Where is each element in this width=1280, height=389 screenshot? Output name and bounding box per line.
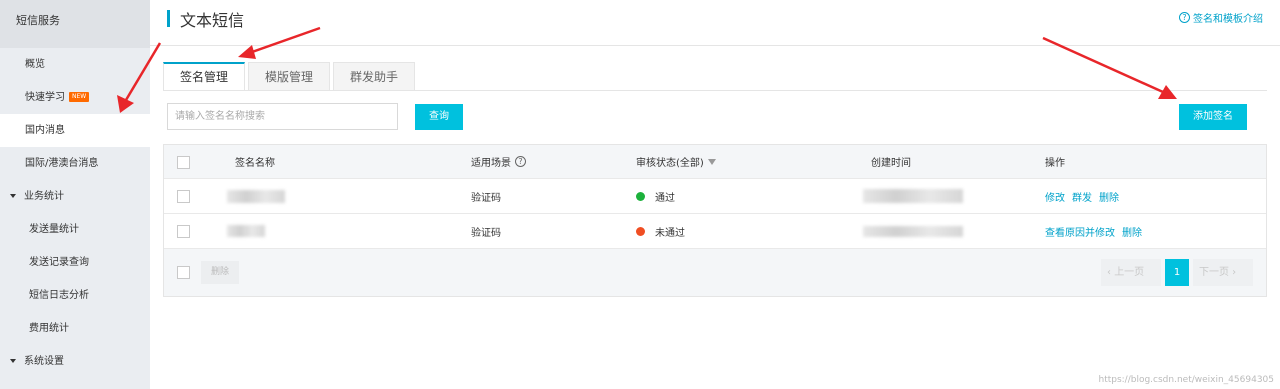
sidebar-item-domestic[interactable]: 国内消息 (0, 114, 150, 147)
page-number-button[interactable]: 1 (1165, 259, 1189, 286)
status-label: 通过 (655, 192, 675, 204)
tab-bulk-send[interactable]: 群发助手 (333, 62, 416, 91)
watermark: https://blog.csdn.net/weixin_45694305 (1098, 375, 1274, 385)
sidebar-item-log-analysis[interactable]: 短信日志分析 (0, 279, 150, 312)
view-reason-edit-link[interactable]: 查看原因并修改 (1045, 224, 1115, 239)
table-header: 签名名称 适用场景? 审核状态(全部) 创建时间 操作 (164, 145, 1266, 179)
scene-cell: 验证码 (471, 227, 501, 239)
help-link-label: 签名和模板介绍 (1193, 14, 1263, 25)
tab-template[interactable]: 模版管理 (248, 62, 331, 91)
filter-icon[interactable] (707, 158, 716, 165)
sidebar-group-stats[interactable]: 业务统计 (0, 180, 150, 213)
select-all-checkbox[interactable] (177, 156, 190, 169)
page-header: 文本短信 ? 签名和模板介绍 (150, 0, 1280, 46)
signature-table: 签名名称 适用场景? 审核状态(全部) 创建时间 操作 验证码 通过 修改 群发… (163, 144, 1267, 297)
tab-signature[interactable]: 签名管理 (163, 62, 246, 91)
sidebar-group-settings[interactable]: 系统设置 (0, 345, 150, 378)
sidebar-item-label: 发送量统计 (29, 224, 79, 235)
sidebar-item-international[interactable]: 国际/港澳台消息 (0, 147, 150, 180)
created-time-redacted (863, 214, 963, 248)
ops-cell: 查看原因并修改 删除 (1045, 214, 1142, 248)
page-title: 文本短信 (180, 11, 245, 30)
pagination: ‹ 上一页 1 下一页 › (1101, 259, 1253, 286)
col-scene: 适用场景? (471, 145, 526, 178)
sidebar-item-send-records[interactable]: 发送记录查询 (0, 246, 150, 279)
bulk-send-link[interactable]: 群发 (1072, 189, 1092, 204)
col-ops: 操作 (1045, 158, 1065, 169)
search-input[interactable] (167, 103, 398, 130)
scene-cell: 验证码 (471, 192, 501, 204)
sidebar-item-label: 快速学习 (25, 92, 65, 103)
add-signature-button[interactable]: 添加签名 (1179, 104, 1247, 130)
caret-down-icon (10, 359, 16, 363)
tab-bar: 签名管理 模版管理 群发助手 (163, 62, 418, 91)
next-page-label: 下一页 (1199, 267, 1229, 278)
sidebar-group-label: 业务统计 (24, 191, 64, 202)
question-icon: ? (1179, 12, 1190, 23)
col-scene-label: 适用场景 (471, 158, 511, 169)
sidebar-group-label: 系统设置 (24, 356, 64, 367)
sidebar-item-label: 短信日志分析 (29, 290, 89, 301)
ops-cell: 修改 群发 删除 (1045, 179, 1119, 213)
status-dot-icon (636, 191, 645, 201)
sidebar-item-label: 费用统计 (29, 323, 69, 334)
sidebar-item-label: 发送记录查询 (29, 257, 89, 268)
query-button[interactable]: 查询 (415, 104, 463, 130)
chevron-right-icon: › (1229, 267, 1237, 278)
status-dot-icon (636, 226, 645, 236)
sidebar: 短信服务 概览 快速学习 NEW 国内消息 国际/港澳台消息 业务统计 发送量统计… (0, 0, 150, 389)
sidebar-item-quick-learn[interactable]: 快速学习 NEW (0, 81, 150, 114)
edit-link[interactable]: 修改 (1045, 189, 1065, 204)
status-cell: 未通过 (636, 214, 685, 248)
sidebar-item-label: 国内消息 (25, 125, 65, 136)
batch-delete-button[interactable]: 删除 (201, 261, 240, 284)
prev-page-label: 上一页 (1114, 267, 1145, 278)
delete-link[interactable]: 删除 (1122, 224, 1142, 239)
col-name: 签名名称 (235, 158, 275, 169)
sidebar-header: 短信服务 (0, 0, 150, 48)
sidebar-item-label: 国际/港澳台消息 (25, 158, 99, 169)
created-time-redacted (863, 179, 963, 213)
row-checkbox[interactable] (177, 190, 190, 203)
row-checkbox[interactable] (177, 225, 190, 238)
redacted-text (227, 225, 265, 237)
sidebar-item-cost-stats[interactable]: 费用统计 (0, 312, 150, 345)
table-row: 验证码 未通过 查看原因并修改 删除 (164, 214, 1266, 249)
select-all-checkbox[interactable] (177, 266, 190, 279)
col-status[interactable]: 审核状态(全部) (636, 145, 716, 178)
caret-down-icon (10, 194, 16, 198)
title-accent-bar (167, 10, 170, 27)
signature-name-redacted (227, 214, 265, 248)
delete-link[interactable]: 删除 (1099, 189, 1119, 204)
help-link[interactable]: ? 签名和模板介绍 (1179, 10, 1263, 25)
main-content: 文本短信 ? 签名和模板介绍 签名管理 模版管理 群发助手 查询 添加签名 签名… (150, 0, 1280, 389)
redacted-text (863, 189, 963, 203)
table-footer: 删除 ‹ 上一页 1 下一页 › (164, 249, 1266, 296)
prev-page-button[interactable]: ‹ 上一页 (1101, 259, 1161, 286)
signature-name-redacted (227, 179, 285, 213)
col-status-label: 审核状态(全部) (636, 158, 704, 169)
tab-divider (163, 90, 1267, 91)
redacted-text (863, 225, 963, 237)
question-icon[interactable]: ? (515, 156, 526, 167)
next-page-button[interactable]: 下一页 › (1193, 259, 1253, 286)
status-cell: 通过 (636, 179, 675, 213)
col-created: 创建时间 (871, 158, 911, 169)
sidebar-item-label: 概览 (25, 59, 45, 70)
new-badge: NEW (69, 92, 90, 102)
redacted-text (227, 189, 285, 203)
sidebar-item-overview[interactable]: 概览 (0, 48, 150, 81)
table-row: 验证码 通过 修改 群发 删除 (164, 179, 1266, 214)
sidebar-item-send-stats[interactable]: 发送量统计 (0, 213, 150, 246)
status-label: 未通过 (655, 227, 685, 239)
